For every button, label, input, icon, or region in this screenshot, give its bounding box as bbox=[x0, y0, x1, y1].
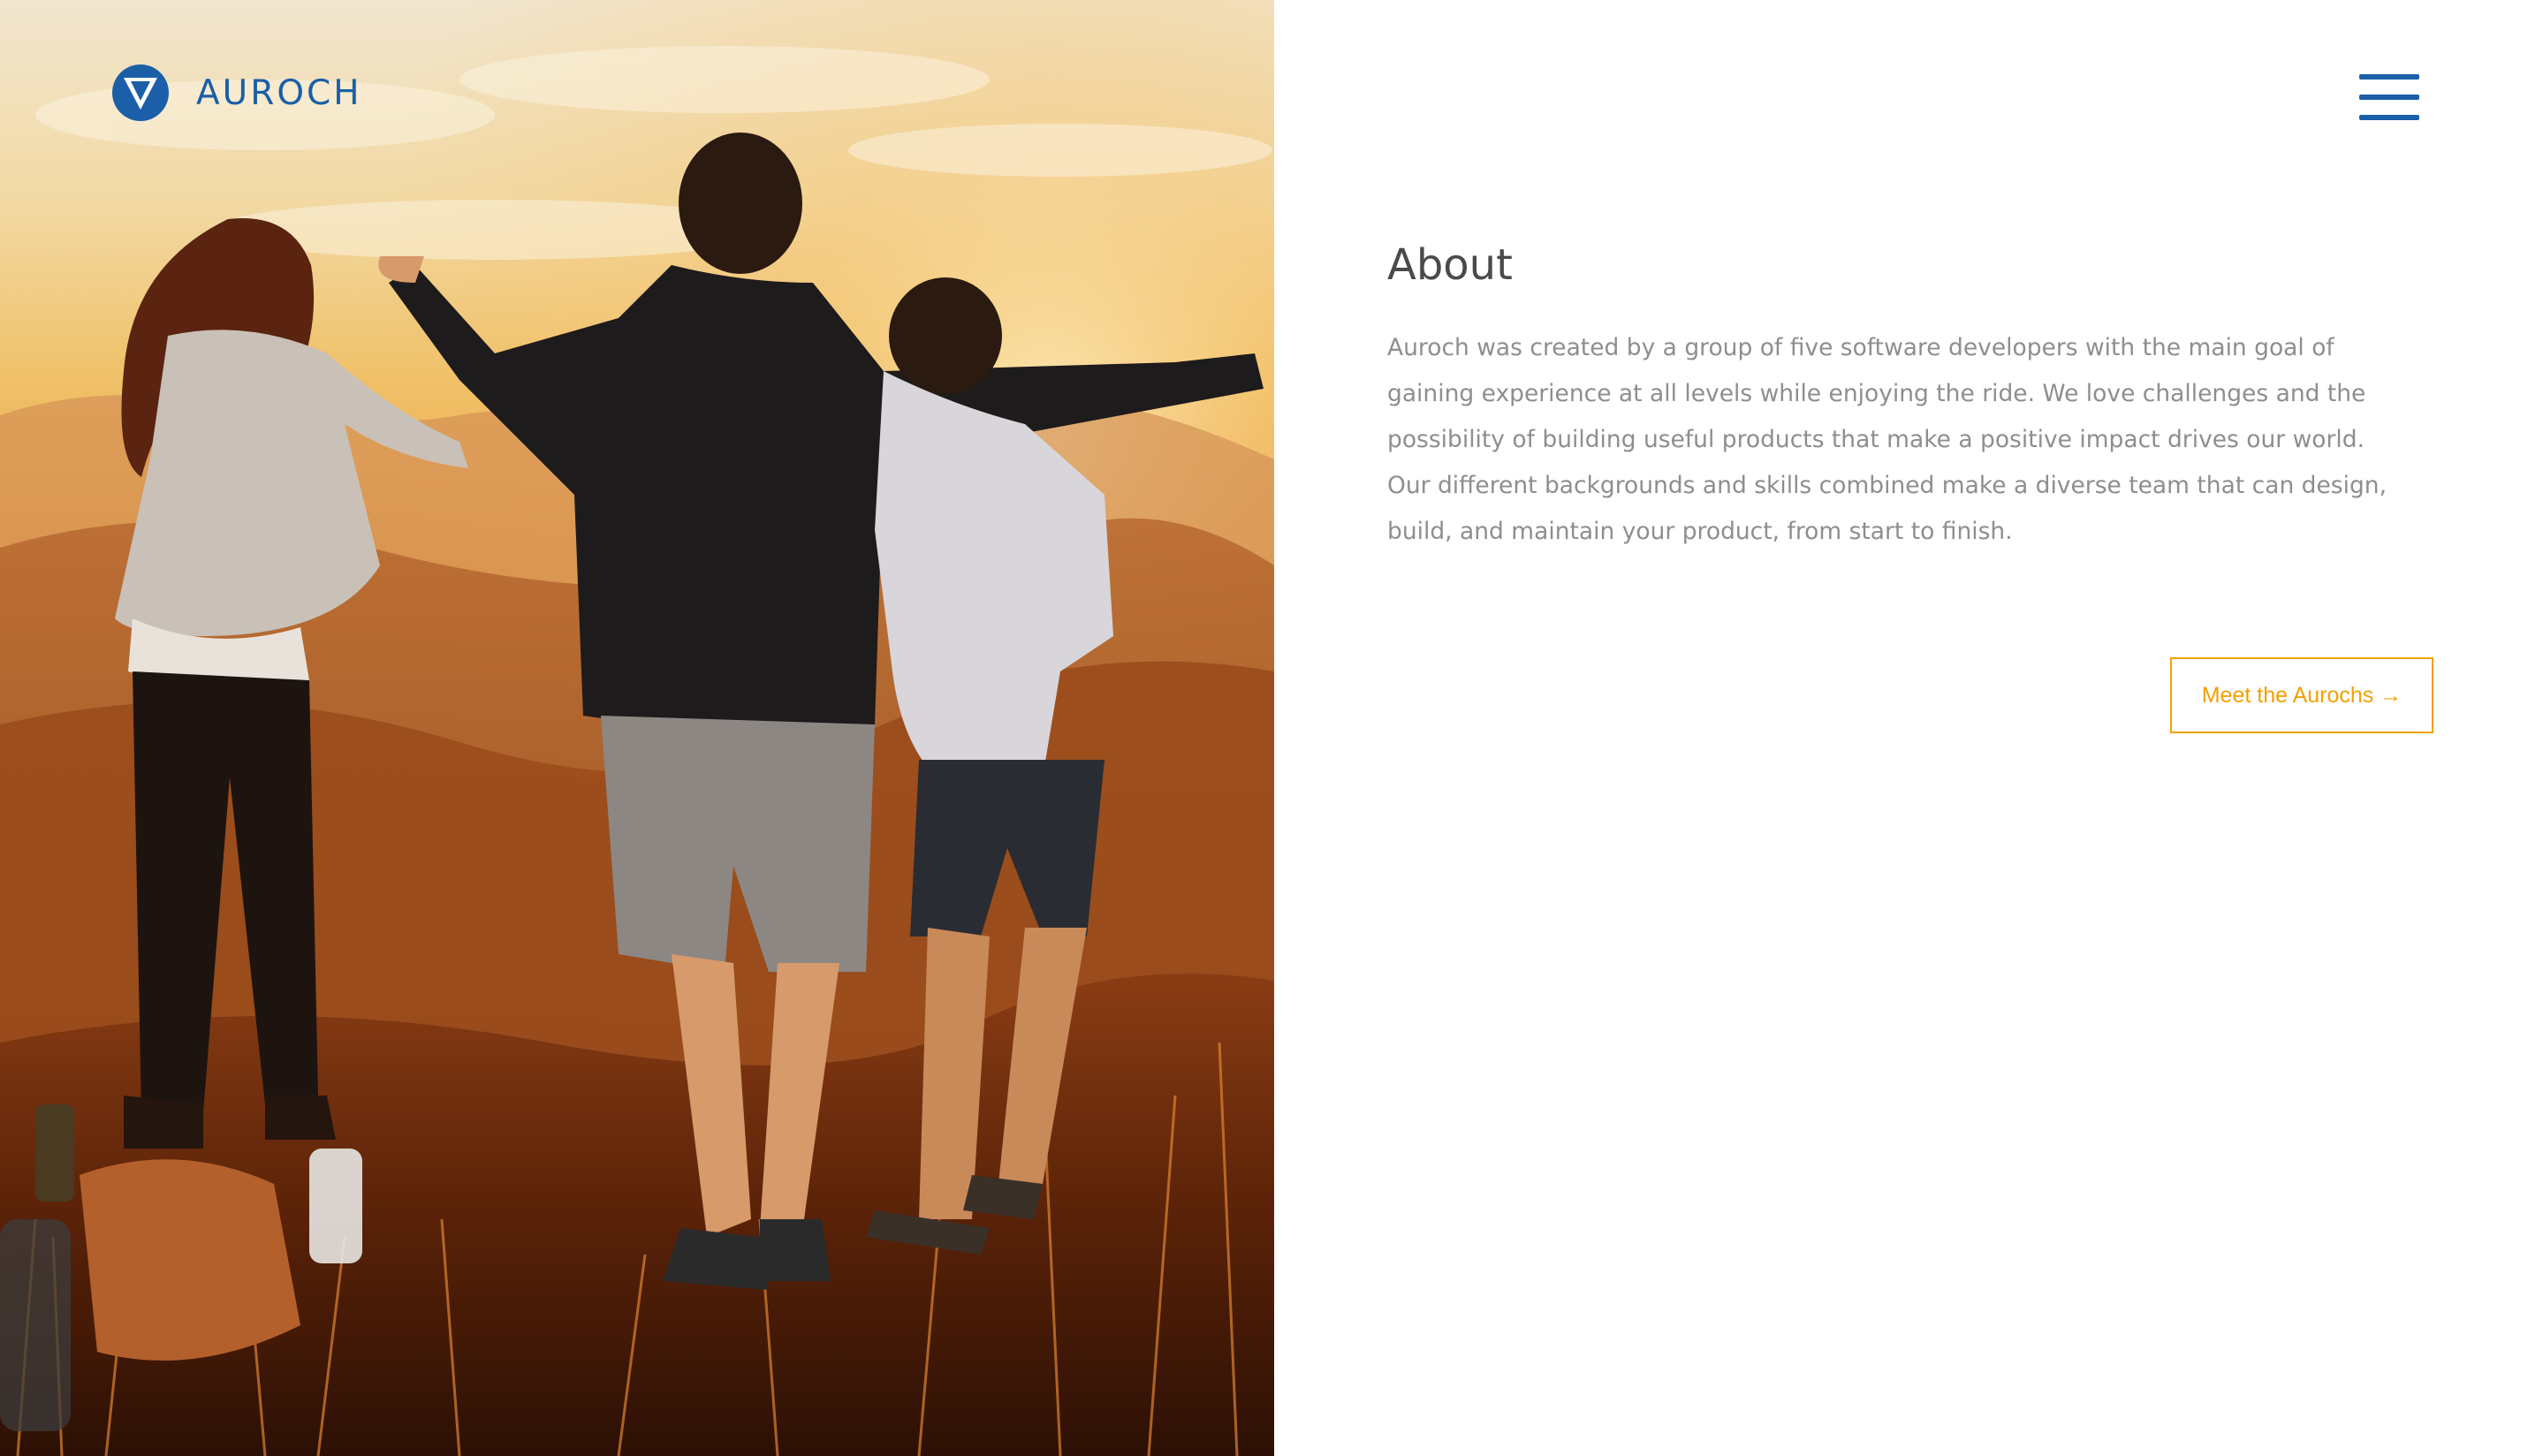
hero-image bbox=[0, 0, 1274, 1456]
auroch-shield-logo-icon bbox=[112, 64, 169, 121]
meet-the-aurochs-button[interactable]: Meet the Aurochs → bbox=[2170, 657, 2433, 733]
brand-logo[interactable]: AUROCH bbox=[111, 64, 362, 122]
hamburger-menu-icon[interactable] bbox=[2359, 74, 2419, 120]
brand-name: AUROCH bbox=[196, 72, 362, 113]
about-section: About Auroch was created by a group of f… bbox=[1387, 239, 2412, 555]
menu-bar-middle bbox=[2359, 95, 2419, 100]
menu-bar-top bbox=[2359, 74, 2419, 80]
menu-bar-bottom bbox=[2359, 115, 2419, 120]
about-description: Auroch was created by a group of five so… bbox=[1387, 334, 2387, 545]
about-title: About bbox=[1387, 240, 1513, 290]
